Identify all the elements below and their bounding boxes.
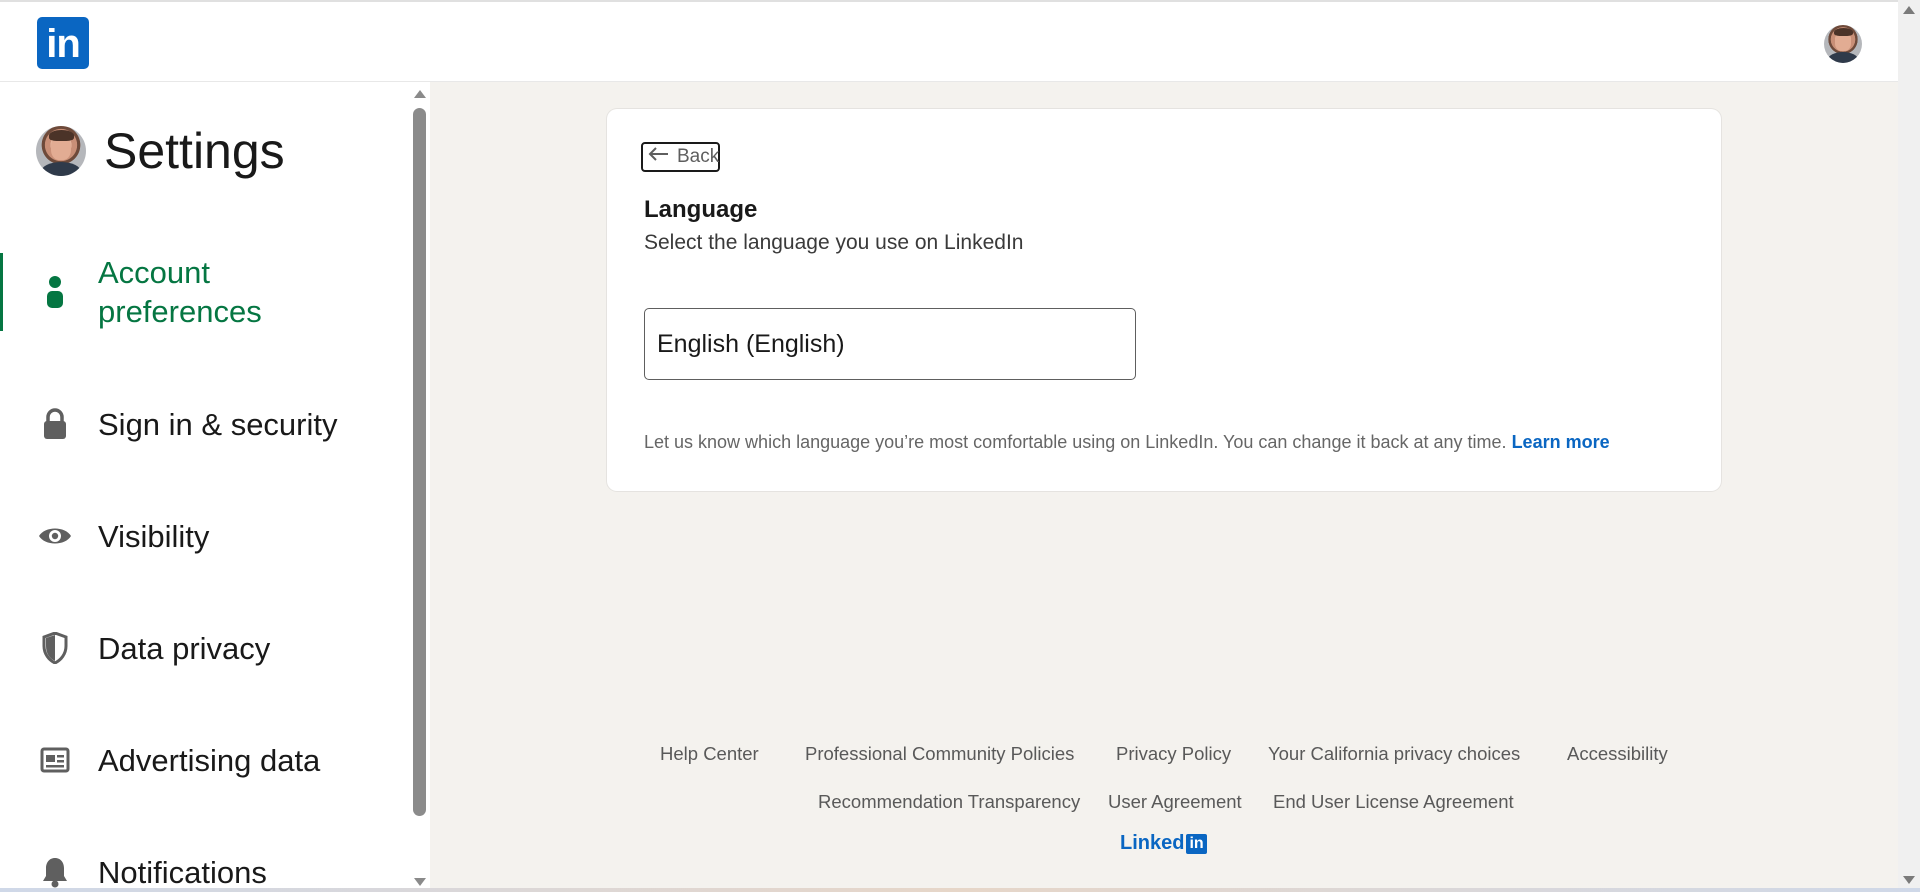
- footer-link-eula[interactable]: End User License Agreement: [1273, 791, 1514, 813]
- footer-link-california-privacy[interactable]: Your California privacy choices: [1268, 743, 1520, 765]
- sidebar-item-visibility[interactable]: Visibility: [0, 517, 400, 556]
- scroll-down-arrow-icon[interactable]: [414, 878, 426, 886]
- sidebar-item-label: Data privacy: [98, 631, 271, 666]
- sidebar-scrollbar[interactable]: [411, 82, 429, 892]
- settings-avatar: [36, 126, 86, 176]
- sidebar-item-label: Sign in & security: [98, 407, 338, 442]
- eye-icon: [38, 519, 72, 553]
- profile-avatar[interactable]: [1824, 25, 1862, 63]
- newspaper-icon: [38, 743, 72, 777]
- sidebar-item-advertising-data[interactable]: Advertising data: [0, 741, 400, 780]
- back-button[interactable]: Back: [641, 142, 720, 172]
- sidebar-item-label: Notifications: [98, 855, 267, 890]
- footer-link-help-center[interactable]: Help Center: [660, 743, 759, 765]
- helper-text-body: Let us know which language you’re most c…: [644, 432, 1507, 452]
- sidebar-item-label: Visibility: [98, 519, 210, 554]
- page-scroll-up-arrow-icon[interactable]: [1903, 6, 1915, 14]
- shield-icon: [38, 631, 72, 665]
- page-scrollbar[interactable]: [1898, 0, 1920, 892]
- sidebar-item-label: Advertising data: [98, 743, 321, 778]
- footer-logo-box: in: [1186, 833, 1207, 854]
- window-bottom-edge: [0, 888, 1920, 892]
- page-subtitle: Select the language you use on LinkedIn: [644, 231, 1024, 254]
- learn-more-link[interactable]: Learn more: [1512, 432, 1610, 452]
- bell-icon: [38, 855, 72, 889]
- footer-logo-word: Linked: [1120, 832, 1185, 854]
- page-scroll-down-arrow-icon[interactable]: [1903, 876, 1915, 884]
- scroll-up-arrow-icon[interactable]: [414, 90, 426, 98]
- sidebar-item-data-privacy[interactable]: Data privacy: [0, 629, 400, 668]
- footer-linkedin-logo: Linked in: [1120, 832, 1207, 855]
- language-select[interactable]: English (English): [644, 308, 1136, 380]
- footer-link-community-policies[interactable]: Professional Community Policies: [805, 743, 1074, 765]
- top-navigation-bar: in: [0, 0, 1898, 82]
- person-icon: [38, 274, 72, 308]
- language-select-value: English (English): [657, 329, 845, 358]
- footer-link-user-agreement[interactable]: User Agreement: [1108, 791, 1242, 813]
- footer-link-recommendation-transparency[interactable]: Recommendation Transparency: [818, 791, 1080, 813]
- settings-sidebar: Settings Account preferences Sign in & s…: [0, 82, 430, 892]
- sidebar-item-notifications[interactable]: Notifications: [0, 853, 400, 892]
- sidebar-item-label: Account preferences: [98, 255, 262, 329]
- lock-icon: [38, 407, 72, 441]
- page-title: Language: [644, 196, 758, 223]
- sidebar-item-account-preferences[interactable]: Account preferences: [0, 253, 400, 331]
- sidebar-item-sign-in-security[interactable]: Sign in & security: [0, 405, 400, 444]
- footer-link-privacy-policy[interactable]: Privacy Policy: [1116, 743, 1231, 765]
- helper-text: Let us know which language you’re most c…: [644, 432, 1610, 453]
- linkedin-logo[interactable]: in: [37, 17, 89, 69]
- sidebar-scrollbar-thumb[interactable]: [413, 108, 426, 816]
- back-button-label: Back: [677, 146, 720, 167]
- footer-link-accessibility[interactable]: Accessibility: [1567, 743, 1668, 765]
- arrow-left-icon: [647, 146, 669, 168]
- settings-title: Settings: [104, 123, 285, 179]
- language-settings-card: Back Language Select the language you us…: [607, 109, 1721, 491]
